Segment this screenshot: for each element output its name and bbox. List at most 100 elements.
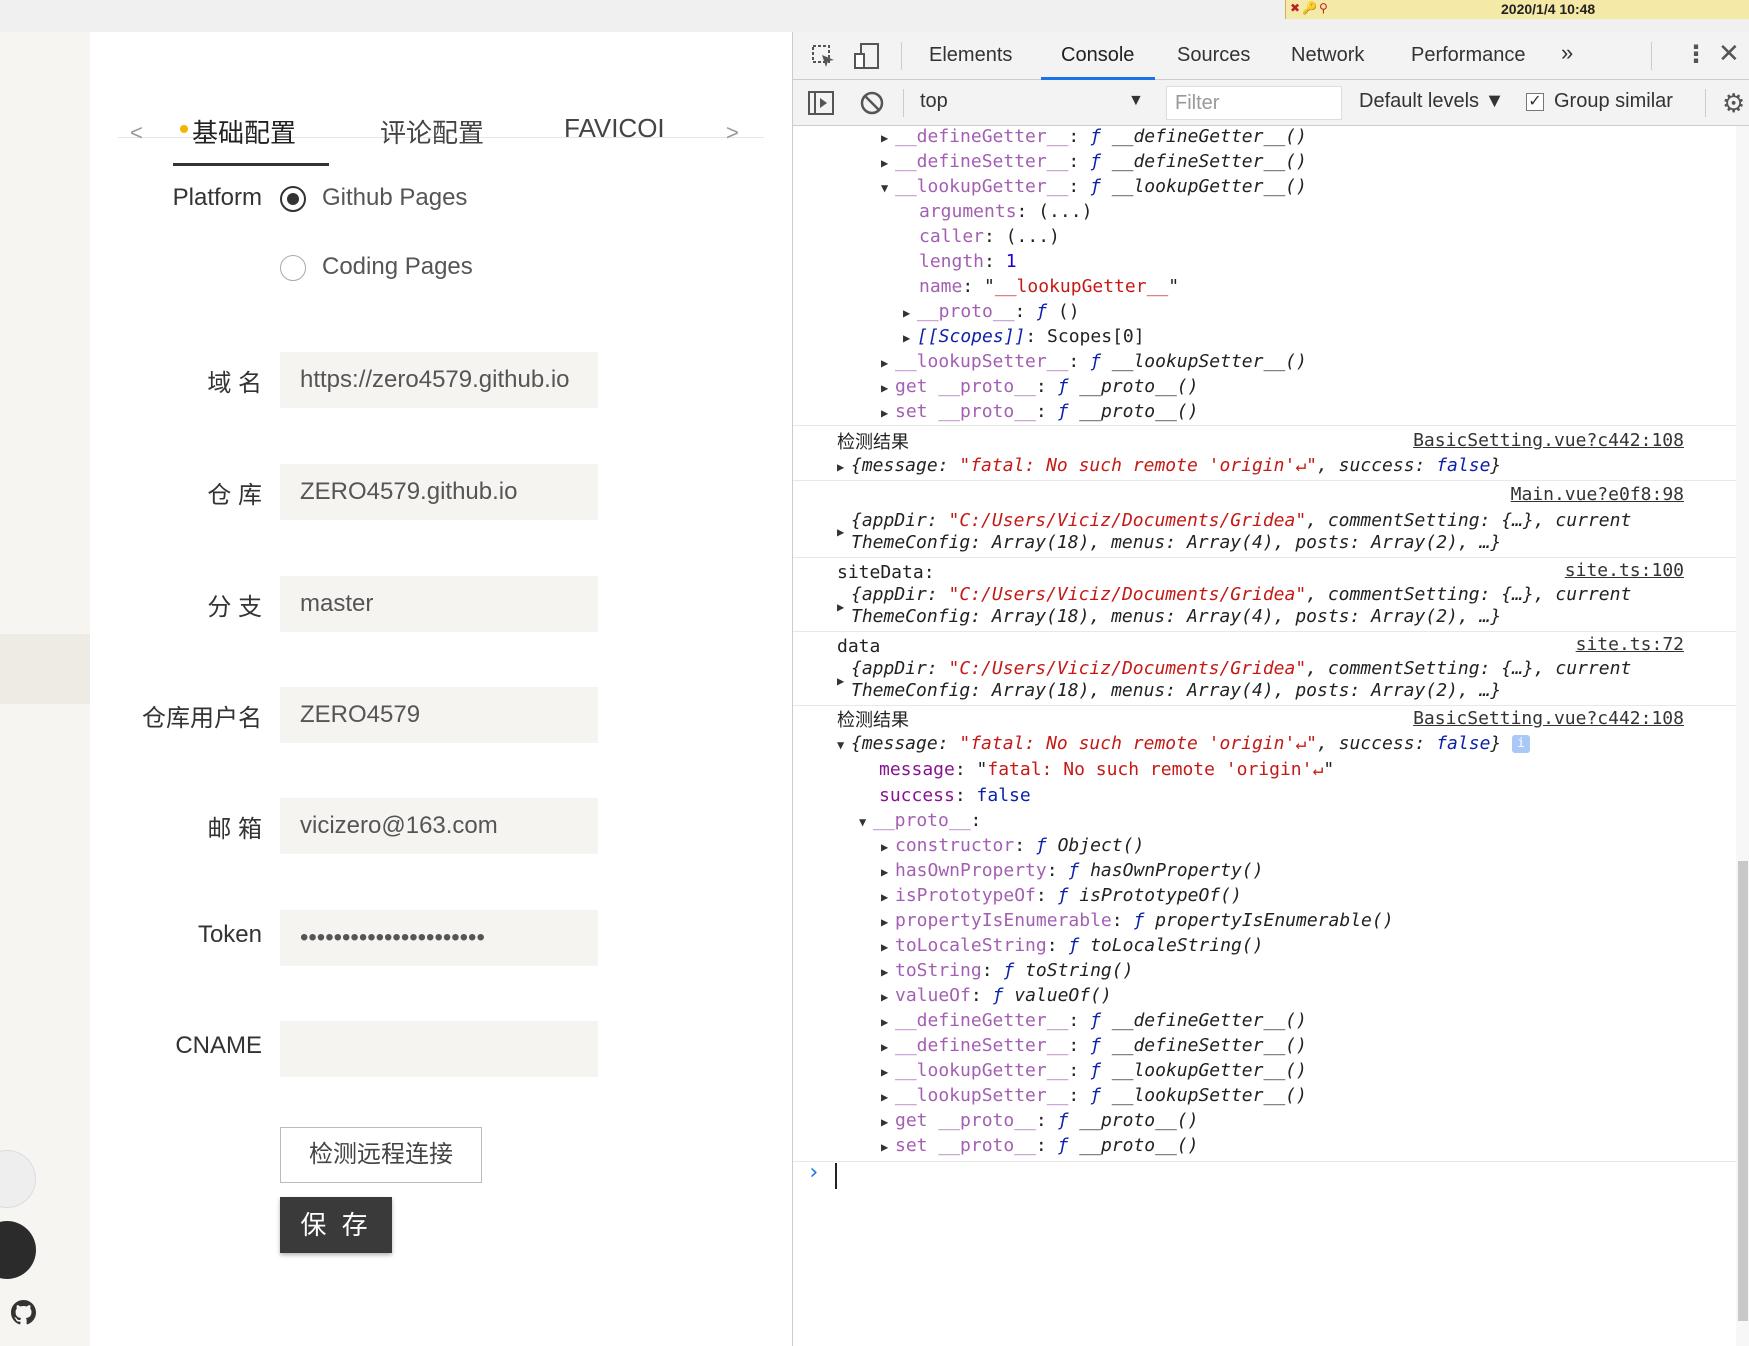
console-line[interactable]: ▼ {message: "fatal: No such remote 'origi…	[837, 731, 1531, 756]
console-line[interactable]: ▶ hasOwnProperty: ƒ hasOwnProperty()	[881, 858, 1263, 883]
source-link[interactable]: site.ts:100	[1565, 560, 1684, 581]
console-line[interactable]: ▶ __lookupGetter__: ƒ __lookupGetter__()	[881, 1058, 1307, 1083]
message-divider	[793, 557, 1736, 558]
console-toolbar: top ▼ Filter Default levels ▼ ✓ Group si…	[793, 80, 1749, 126]
console-line: length: 1	[919, 251, 1017, 272]
console-line[interactable]: ▶ constructor: ƒ Object()	[881, 833, 1144, 858]
tab-favicon[interactable]: FAVICOI	[564, 113, 665, 144]
active-tab-dot	[180, 125, 188, 133]
source-link[interactable]: Main.vue?e0f8:98	[1511, 484, 1684, 505]
log-levels-dropdown[interactable]: Default levels ▼	[1359, 90, 1504, 113]
console-line[interactable]: ▶ [[Scopes]]: Scopes[0]	[903, 324, 1145, 349]
domain-input[interactable]: https://zero4579.github.io	[280, 352, 598, 408]
console-line[interactable]: arguments: (...)	[919, 199, 1092, 224]
console-line[interactable]: ▶ __lookupSetter__: ƒ __lookupSetter__()	[881, 1083, 1307, 1108]
console-line[interactable]: caller: (...)	[919, 224, 1060, 249]
tab-console[interactable]: Console	[1061, 44, 1134, 67]
expand-arrow-icon[interactable]: ▶	[837, 518, 851, 543]
gear-icon[interactable]: ⚙	[1722, 88, 1745, 119]
radio-coding-pages[interactable]	[280, 255, 306, 281]
console-line[interactable]: ▶ set __proto__: ƒ __proto__()	[881, 1133, 1198, 1158]
save-button[interactable]: 保 存	[280, 1197, 392, 1253]
tab-comment-config[interactable]: 评论配置	[380, 113, 484, 150]
group-similar-label[interactable]: Group similar	[1554, 90, 1673, 113]
console-line[interactable]: ▶ __defineGetter__: ƒ __defineGetter__()	[881, 1008, 1307, 1033]
context-selector[interactable]: top	[920, 90, 948, 113]
console-input[interactable]	[835, 1163, 837, 1189]
message-divider	[793, 1161, 1736, 1162]
close-icon[interactable]: ✕	[1718, 38, 1740, 69]
filter-input[interactable]: Filter	[1166, 86, 1342, 120]
token-label: Token	[197, 921, 262, 948]
source-link[interactable]: BasicSetting.vue?c442:108	[1413, 430, 1684, 451]
tab-basic-config[interactable]: 基础配置	[192, 113, 296, 150]
inspect-element-icon[interactable]	[811, 44, 837, 70]
email-input[interactable]: vicizero@163.com	[280, 798, 598, 854]
expand-arrow-icon[interactable]: ▶	[837, 593, 851, 618]
console-line[interactable]: ▶ __defineGetter__: ƒ __defineGetter__()	[881, 126, 1307, 149]
console-scrollbar[interactable]	[1736, 126, 1749, 1346]
tab-network[interactable]: Network	[1291, 44, 1364, 67]
console-line: success: false	[879, 785, 1031, 806]
console-line[interactable]: ▶ get __proto__: ƒ __proto__()	[881, 1108, 1198, 1133]
console-line: message: "fatal: No such remote 'origin'…	[879, 759, 1335, 780]
console-line: name: "__lookupGetter__"	[919, 276, 1180, 297]
check-remote-button[interactable]: 检测远程连接	[280, 1127, 482, 1183]
console-line[interactable]: ▶ get __proto__: ƒ __proto__()	[881, 374, 1198, 399]
console-line[interactable]: ▶ {message: "fatal: No such remote 'origi…	[837, 453, 1501, 478]
kebab-menu-icon[interactable]: ⋮	[1684, 40, 1708, 69]
active-tab-underline	[173, 163, 329, 166]
sidebar-toggle-icon[interactable]	[807, 90, 835, 116]
cname-input[interactable]	[280, 1021, 598, 1077]
github-icon[interactable]	[11, 1300, 36, 1325]
chevron-down-icon[interactable]: ▼	[1128, 92, 1144, 110]
expand-arrow-icon[interactable]: ▶	[837, 667, 851, 692]
coding-pages-label[interactable]: Coding Pages	[322, 253, 473, 281]
console-line[interactable]: ▶ toLocaleString: ƒ toLocaleString()	[881, 933, 1263, 958]
settings-panel: < 基础配置 评论配置 FAVICOI > Platform Github Pa…	[90, 32, 792, 1346]
tabs-prev-arrow[interactable]: <	[130, 120, 143, 146]
console-line[interactable]: ▶ toString: ƒ toString()	[881, 958, 1133, 983]
toolbar-separator	[901, 42, 902, 70]
toolbar-separator	[1651, 42, 1652, 70]
branch-input[interactable]: master	[280, 576, 598, 632]
tab-performance[interactable]: Performance	[1411, 44, 1526, 67]
console-line[interactable]: ▶ __lookupSetter__: ƒ __lookupSetter__()	[881, 349, 1307, 374]
console-line[interactable]: ▶ __proto__: ƒ ()	[903, 299, 1080, 324]
tray-icons[interactable]: ✖🔑⚲	[1290, 1, 1330, 15]
info-icon[interactable]: i	[1512, 735, 1531, 753]
more-tabs-button[interactable]: »	[1561, 40, 1573, 66]
console-line[interactable]: ▶ set __proto__: ƒ __proto__()	[881, 399, 1198, 424]
radio-github-pages[interactable]	[280, 186, 306, 212]
sidebar-selected-item[interactable]	[0, 634, 90, 704]
username-input[interactable]: ZERO4579	[280, 687, 598, 743]
source-link[interactable]: BasicSetting.vue?c442:108	[1413, 708, 1684, 729]
clear-console-icon[interactable]	[859, 90, 885, 116]
source-link[interactable]: site.ts:72	[1576, 634, 1684, 655]
console-output: ▶ __defineGetter__: ƒ __defineGetter__() …	[793, 126, 1736, 1346]
group-similar-checkbox[interactable]: ✓	[1526, 93, 1544, 111]
repo-input[interactable]: ZERO4579.github.io	[280, 464, 598, 520]
console-line[interactable]: ▶ propertyIsEnumerable: ƒ propertyIsEnume…	[881, 908, 1394, 933]
devtools-tabbar: Elements Console Sources Network Perform…	[793, 32, 1749, 80]
settings-tabs: < 基础配置 评论配置 FAVICOI >	[118, 82, 764, 148]
scrollbar-thumb[interactable]	[1738, 861, 1748, 1321]
console-line[interactable]: ▶ valueOf: ƒ valueOf()	[881, 983, 1112, 1008]
console-line[interactable]: ▶ __defineSetter__: ƒ __defineSetter__()	[881, 149, 1307, 174]
toolbar-separator	[1705, 89, 1706, 117]
system-tray: ✖🔑⚲ 2020/1/4 10:48	[1285, 0, 1749, 19]
message-divider	[793, 480, 1736, 481]
token-input[interactable]: ••••••••••••••••••••••	[280, 910, 598, 966]
device-toolbar-icon[interactable]	[853, 42, 881, 72]
console-line[interactable]: ▼ __proto__:	[859, 808, 981, 833]
devtools-panel: Elements Console Sources Network Perform…	[792, 32, 1749, 1346]
console-line[interactable]: ▶ __defineSetter__: ƒ __defineSetter__()	[881, 1033, 1307, 1058]
log-label: 检测结果	[837, 432, 909, 453]
console-line[interactable]: ▼ __lookupGetter__: ƒ __lookupGetter__()	[881, 174, 1307, 199]
tab-sources[interactable]: Sources	[1177, 44, 1250, 67]
console-line[interactable]: ▶ isPrototypeOf: ƒ isPrototypeOf()	[881, 883, 1242, 908]
github-pages-label[interactable]: Github Pages	[322, 184, 467, 212]
tabs-next-arrow[interactable]: >	[726, 120, 739, 146]
tab-elements[interactable]: Elements	[929, 44, 1012, 67]
branch-label: 分 支	[207, 594, 262, 621]
